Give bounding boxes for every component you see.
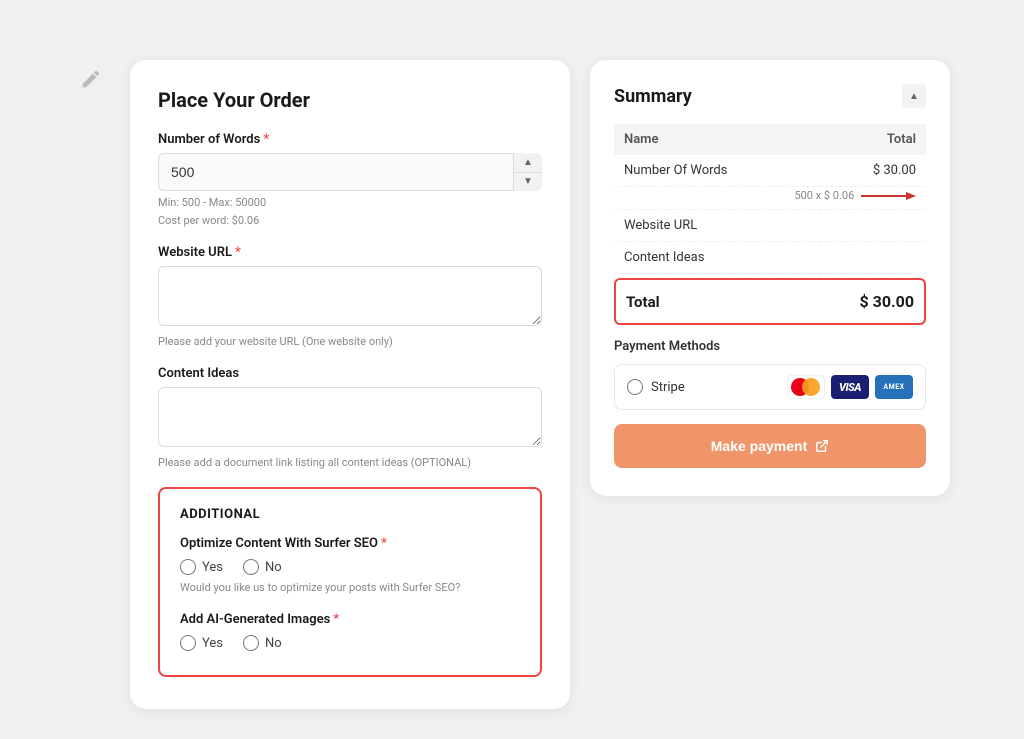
word-count-input-wrapper: ▲ ▼ xyxy=(158,153,542,191)
website-url-label: Website URL* xyxy=(158,245,542,260)
stripe-label: Stripe xyxy=(651,380,685,395)
summary-header: Summary ▲ xyxy=(614,84,926,108)
summary-table-body: Number Of Words $ 30.00 500 x $ 0.06 xyxy=(614,155,926,274)
required-star: * xyxy=(381,536,387,551)
ai-images-label: Add AI-Generated Images* xyxy=(180,612,520,627)
payment-option-stripe: Stripe VISA AMEX xyxy=(614,364,926,410)
word-count-cost-hint: Cost per word: $0.06 xyxy=(158,214,542,227)
row-total xyxy=(820,242,926,274)
row-total xyxy=(820,210,926,242)
content-ideas-group: Content Ideas Please add a document link… xyxy=(158,366,542,469)
word-count-label: Number of Words* xyxy=(158,132,542,147)
ai-images-options: Yes No xyxy=(180,635,520,651)
total-wrapper: Total $ 30.00 xyxy=(614,278,926,325)
summary-collapse-button[interactable]: ▲ xyxy=(902,84,926,108)
total-label: Total xyxy=(626,293,660,311)
required-star: * xyxy=(333,612,339,627)
visa-icon: VISA xyxy=(831,375,869,399)
table-row: Website URL xyxy=(614,210,926,242)
word-count-min-hint: Min: 500 - Max: 50000 xyxy=(158,196,542,209)
content-ideas-hint: Please add a document link listing all c… xyxy=(158,456,542,469)
payment-card-icons: VISA AMEX xyxy=(787,375,913,399)
summary-panel: Summary ▲ Name Total Number Of Words $ 3… xyxy=(590,60,950,496)
panel-title: Place Your Order xyxy=(158,88,542,112)
payment-section: Payment Methods Stripe xyxy=(614,339,926,468)
mastercard-icon xyxy=(787,375,825,399)
spinner-up-button[interactable]: ▲ xyxy=(514,153,542,173)
required-star: * xyxy=(235,245,241,260)
website-url-hint: Please add your website URL (One website… xyxy=(158,335,542,348)
table-row: Content Ideas xyxy=(614,242,926,274)
order-form-panel: Place Your Order Number of Words* ▲ ▼ Mi… xyxy=(130,60,570,709)
payment-option-left: Stripe xyxy=(627,379,685,395)
surfer-seo-label: Optimize Content With Surfer SEO* xyxy=(180,536,520,551)
surfer-seo-hint: Would you like us to optimize your posts… xyxy=(180,581,520,594)
row-name: Number Of Words xyxy=(614,155,820,187)
amex-icon: AMEX xyxy=(875,375,913,399)
total-inner: Total $ 30.00 xyxy=(616,280,924,323)
word-count-input[interactable] xyxy=(158,153,542,191)
additional-section: ADDITIONAL Optimize Content With Surfer … xyxy=(158,487,542,677)
col-name-header: Name xyxy=(614,124,820,155)
required-star: * xyxy=(263,132,269,147)
surfer-seo-no[interactable]: No xyxy=(243,559,282,575)
spinner-down-button[interactable]: ▼ xyxy=(514,173,542,192)
spinner-buttons: ▲ ▼ xyxy=(513,153,542,191)
summary-table: Name Total Number Of Words $ 30.00 500 x… xyxy=(614,124,926,274)
surfer-seo-options: Yes No xyxy=(180,559,520,575)
table-sub-row: 500 x $ 0.06 xyxy=(614,187,926,210)
annotation-arrow xyxy=(861,189,916,203)
total-value: $ 30.00 xyxy=(859,292,914,311)
row-total: $ 30.00 xyxy=(820,155,926,187)
summary-title: Summary xyxy=(614,86,692,107)
website-url-group: Website URL* Please add your website URL… xyxy=(158,245,542,348)
row-name: Website URL xyxy=(614,210,820,242)
ai-images-group: Add AI-Generated Images* Yes No xyxy=(180,612,520,651)
ai-images-no[interactable]: No xyxy=(243,635,282,651)
surfer-seo-yes[interactable]: Yes xyxy=(180,559,223,575)
row-name: Content Ideas xyxy=(614,242,820,274)
make-payment-button[interactable]: Make payment xyxy=(614,424,926,468)
table-row: Number Of Words $ 30.00 xyxy=(614,155,926,187)
col-total-header: Total xyxy=(820,124,926,155)
additional-title: ADDITIONAL xyxy=(180,507,520,522)
payment-methods-title: Payment Methods xyxy=(614,339,926,354)
word-count-group: Number of Words* ▲ ▼ Min: 500 - Max: 500… xyxy=(158,132,542,227)
summary-table-head: Name Total xyxy=(614,124,926,155)
stripe-radio[interactable] xyxy=(627,379,643,395)
content-ideas-label: Content Ideas xyxy=(158,366,542,381)
ai-images-yes[interactable]: Yes xyxy=(180,635,223,651)
website-url-input[interactable] xyxy=(158,266,542,326)
row-sub-detail: 500 x $ 0.06 xyxy=(614,187,926,210)
content-ideas-input[interactable] xyxy=(158,387,542,447)
surfer-seo-group: Optimize Content With Surfer SEO* Yes No… xyxy=(180,536,520,594)
external-link-icon xyxy=(815,439,829,453)
